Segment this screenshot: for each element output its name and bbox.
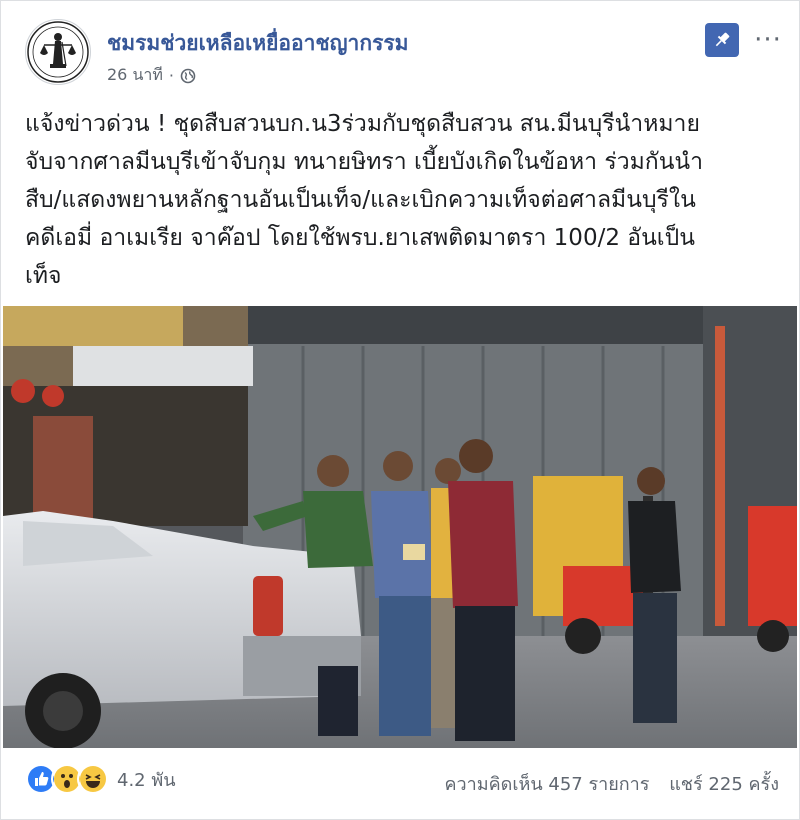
more-icon: ··· — [754, 25, 782, 55]
street-scene-image — [3, 306, 797, 748]
haha-icon — [77, 763, 109, 795]
engagement-stats: ความคิดเห็น 457 รายการ แชร์ 225 ครั้ง — [430, 769, 779, 798]
reactions-summary[interactable]: 4.2 พัน — [25, 763, 176, 795]
globe-icon[interactable] — [180, 68, 196, 84]
justice-logo-icon — [27, 21, 89, 83]
post-photo[interactable] — [3, 306, 797, 748]
post-card: ชมรมช่วยเหลือเหยื่ออาชญากรรม 26 นาที · ·… — [0, 0, 800, 820]
pin-icon — [715, 32, 730, 47]
post-timestamp[interactable]: 26 นาที — [107, 63, 163, 88]
meta-separator: · — [168, 66, 175, 85]
more-options-button[interactable]: ··· — [753, 25, 783, 55]
post-body-text: แจ้งข่าวด่วน ! ชุดสืบสวนบก.น3ร่วมกับชุดส… — [25, 111, 704, 289]
page-avatar[interactable] — [25, 19, 91, 85]
post-meta: 26 นาที · — [107, 63, 196, 88]
comment-count-link[interactable]: ความคิดเห็น 457 รายการ — [444, 774, 649, 795]
share-count-link[interactable]: แชร์ 225 ครั้ง — [669, 774, 779, 795]
post-header: ชมรมช่วยเหลือเหยื่ออาชญากรรม 26 นาที · ·… — [25, 19, 783, 89]
page-name-link[interactable]: ชมรมช่วยเหลือเหยื่ออาชญากรรม — [107, 27, 408, 60]
pin-button[interactable] — [705, 23, 739, 57]
post-footer: 4.2 พัน ความคิดเห็น 457 รายการ แชร์ 225 … — [25, 761, 779, 801]
reaction-count[interactable]: 4.2 พัน — [117, 765, 176, 794]
